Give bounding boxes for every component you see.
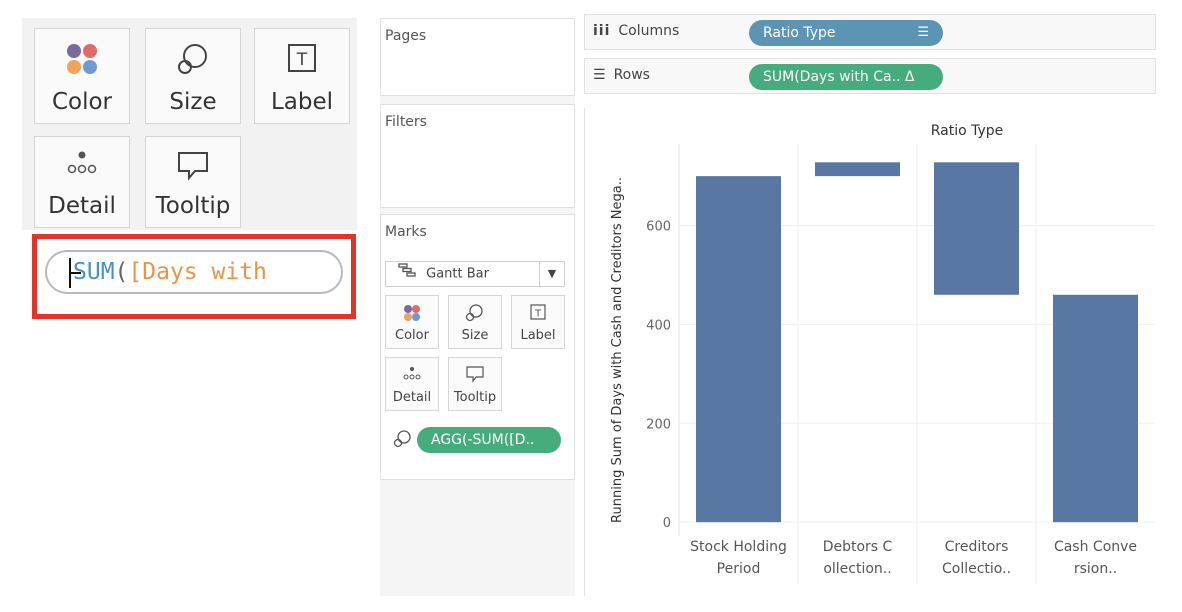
- tooltip-icon: [146, 149, 240, 181]
- size-icon: [146, 41, 240, 77]
- color-button-large[interactable]: Color: [34, 28, 130, 124]
- pages-card: Pages: [380, 18, 575, 96]
- sort-ascending-icon[interactable]: ☰: [917, 20, 929, 46]
- gantt-bar: [815, 162, 900, 177]
- gantt-chart: 0 200 400 600 Ratio Type Running Sum of Days …: [610, 123, 1155, 584]
- y-tick-label: 400: [646, 318, 671, 333]
- rows-pill[interactable]: SUM(Days with Ca.. Δ: [749, 64, 943, 90]
- size-field-pill[interactable]: AGG(-SUM([D..: [417, 427, 561, 453]
- size-field-pill-label: AGG(-SUM([D..: [431, 432, 535, 448]
- text-label-icon: T: [255, 41, 349, 75]
- viz-area: 0 200 400 600 Ratio Type Running Sum of Days …: [584, 108, 1156, 596]
- x-category-label: ollection..: [823, 561, 891, 577]
- columns-label: Columns: [618, 23, 680, 39]
- tooltip-button[interactable]: Tooltip: [448, 357, 502, 411]
- formula-field: [Days with: [128, 259, 267, 285]
- detail-button-large[interactable]: Detail: [34, 136, 130, 228]
- x-category-label: rsion..: [1074, 561, 1117, 577]
- label-button-large[interactable]: T Label: [254, 28, 350, 124]
- x-category-label: Collectio..: [942, 561, 1011, 577]
- pages-title: Pages: [385, 28, 427, 44]
- x-category-label: Period: [717, 561, 761, 577]
- tooltip-icon: [449, 365, 501, 383]
- mark-type-label: Gantt Bar: [426, 266, 489, 282]
- y-axis-label: Running Sum of Days with Cash and Credit…: [610, 177, 625, 523]
- size-label: Size: [461, 328, 489, 343]
- formula-paren: (: [114, 259, 129, 285]
- rows-label: Rows: [613, 67, 650, 83]
- gantt-bar: [696, 176, 781, 523]
- text-label-icon: T: [512, 303, 564, 321]
- formula-pill[interactable]: SUM([Days with: [45, 250, 343, 294]
- rows-icon: ☰: [593, 67, 606, 83]
- columns-icon: iii: [593, 23, 611, 39]
- marks-card: Marks Gantt Bar ▼ Color Size T Label Det…: [380, 214, 575, 480]
- detail-button[interactable]: Detail: [385, 357, 439, 411]
- zoomed-marks-panel: Color Size T Label Detail Tooltip: [22, 18, 357, 230]
- left-cards-column: Pages Filters Marks Gantt Bar ▼ Color Si…: [380, 18, 575, 596]
- tooltip-label: Tooltip: [453, 390, 497, 405]
- color-icon: [386, 303, 438, 323]
- chart-title: Ratio Type: [931, 123, 1004, 139]
- detail-icon: [386, 365, 438, 383]
- filters-title: Filters: [385, 114, 427, 130]
- y-tick-label: 0: [663, 516, 671, 531]
- rows-pill-label: SUM(Days with Ca.. Δ: [763, 69, 915, 85]
- color-label: Color: [51, 89, 113, 115]
- columns-shelf-header: iii Columns: [593, 23, 679, 39]
- label-label: Label: [520, 328, 556, 343]
- color-button[interactable]: Color: [385, 295, 439, 349]
- detail-icon: [35, 149, 129, 179]
- size-button-large[interactable]: Size: [145, 28, 241, 124]
- size-button[interactable]: Size: [448, 295, 502, 349]
- color-icon: [35, 41, 129, 77]
- tooltip-button-large[interactable]: Tooltip: [145, 136, 241, 228]
- x-category-label: Stock Holding: [690, 539, 787, 555]
- tooltip-label: Tooltip: [155, 193, 231, 219]
- svg-text:T: T: [296, 50, 308, 70]
- label-button[interactable]: T Label: [511, 295, 565, 349]
- x-category-label: Creditors: [945, 539, 1009, 555]
- detail-label: Detail: [48, 193, 116, 219]
- gantt-bar: [934, 162, 1019, 295]
- x-category-label: Cash Conve: [1054, 539, 1137, 555]
- size-icon: [449, 303, 501, 323]
- gantt-icon: [398, 262, 416, 286]
- chevron-down-icon[interactable]: ▼: [539, 262, 564, 286]
- y-tick-label: 200: [646, 417, 671, 432]
- y-tick-label: 600: [646, 220, 671, 235]
- x-category-label: Debtors C: [823, 539, 893, 555]
- size-label: Size: [169, 89, 217, 115]
- mark-type-dropdown[interactable]: Gantt Bar ▼: [385, 261, 565, 287]
- svg-text:T: T: [534, 309, 542, 320]
- filters-card: Filters: [380, 104, 575, 208]
- rows-shelf-header: ☰ Rows: [593, 67, 650, 83]
- text-cursor-tick: [69, 272, 81, 274]
- highlighted-formula-box: SUM([Days with: [32, 234, 356, 319]
- detail-label: Detail: [392, 390, 432, 405]
- gantt-bar: [1053, 294, 1138, 523]
- label-label: Label: [270, 89, 334, 115]
- rows-shelf: ☰ Rows SUM(Days with Ca.. Δ: [584, 58, 1156, 94]
- size-icon: [393, 429, 413, 453]
- color-label: Color: [395, 328, 429, 343]
- marks-title: Marks: [385, 224, 427, 240]
- columns-pill-label: Ratio Type: [763, 25, 836, 41]
- columns-pill[interactable]: Ratio Type ☰: [749, 20, 943, 46]
- columns-shelf: iii Columns Ratio Type ☰: [584, 14, 1156, 50]
